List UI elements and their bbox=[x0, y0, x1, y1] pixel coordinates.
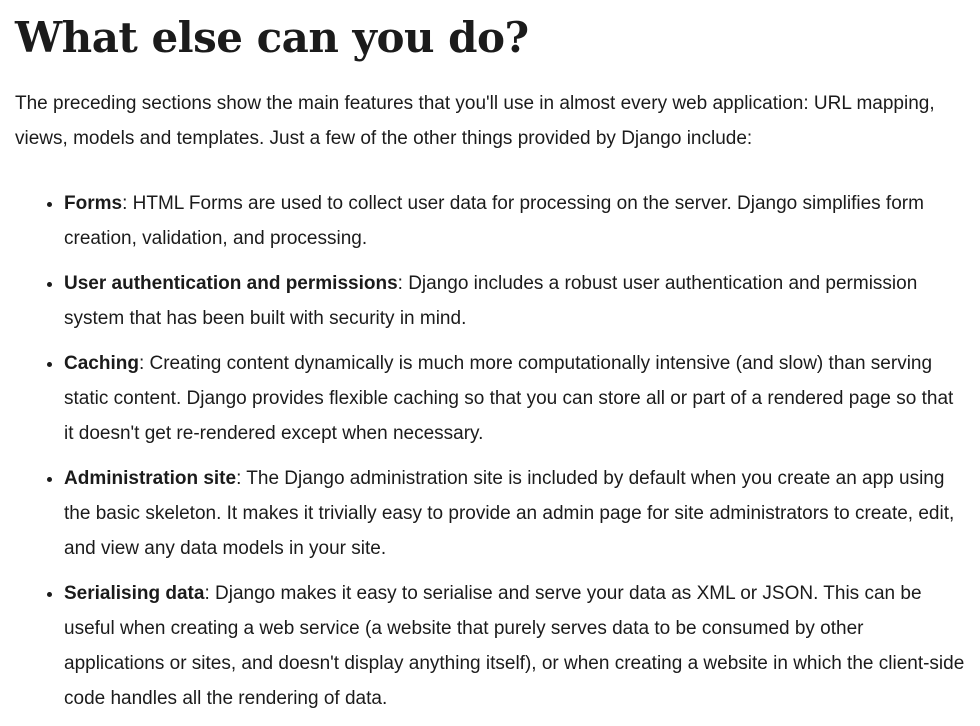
intro-paragraph: The preceding sections show the main fea… bbox=[15, 93, 935, 149]
feature-term: User authentication and permissions bbox=[64, 273, 398, 294]
list-item: Forms: HTML Forms are used to collect us… bbox=[64, 186, 965, 256]
feature-term: Administration site bbox=[64, 468, 237, 489]
list-item: Serialising data: Django makes it easy t… bbox=[64, 576, 965, 716]
features-list: Forms: HTML Forms are used to collect us… bbox=[15, 186, 965, 716]
section-heading: What else can you do? bbox=[15, 13, 529, 62]
article-section: What else can you do? The preceding sect… bbox=[15, 0, 965, 726]
list-item: Administration site: The Django administ… bbox=[64, 461, 965, 566]
list-item: User authentication and permissions: Dja… bbox=[64, 266, 965, 336]
feature-term: Forms bbox=[64, 193, 123, 214]
feature-description: : Creating content dynamically is much m… bbox=[64, 353, 954, 444]
feature-description: : HTML Forms are used to collect user da… bbox=[64, 193, 924, 249]
feature-term: Caching bbox=[64, 353, 139, 374]
list-item: Caching: Creating content dynamically is… bbox=[64, 346, 965, 451]
feature-term: Serialising data bbox=[64, 583, 205, 604]
